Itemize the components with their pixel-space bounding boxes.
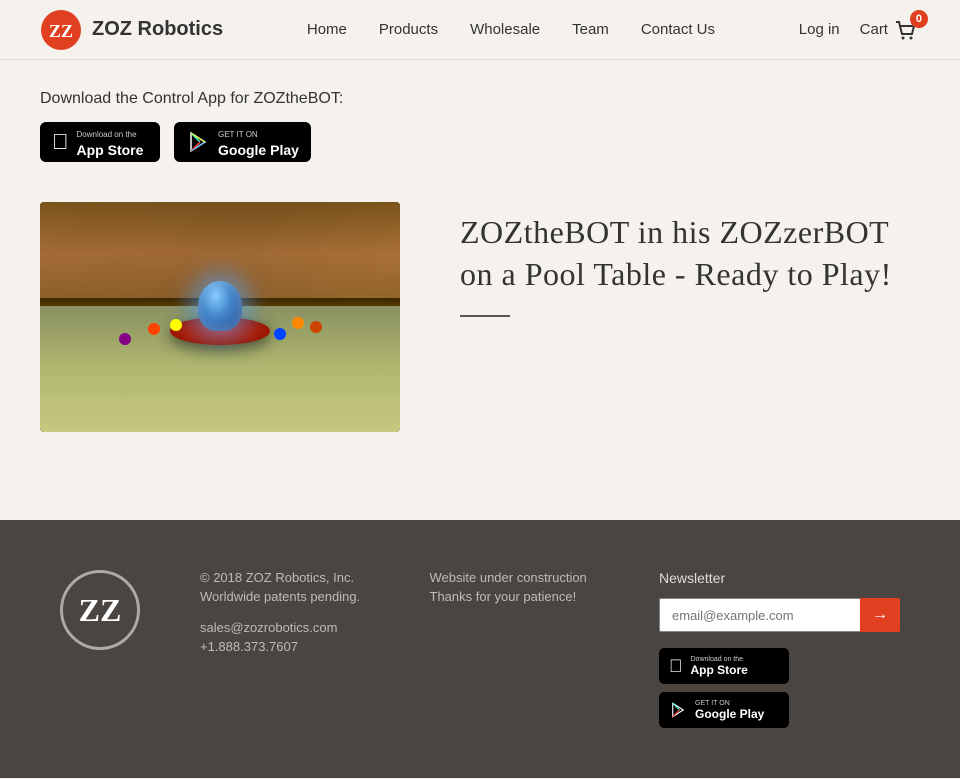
footer-patents: Worldwide patents pending. <box>200 589 370 604</box>
google-play-text: GET IT ON Google Play <box>218 124 299 160</box>
product-title: ZOZtheBOT in his ZOZzerBOT on a Pool Tab… <box>460 212 920 295</box>
main-content: Download the Control App for ZOZtheBOT: … <box>0 60 960 520</box>
footer-logo-text: ZZ <box>79 592 122 629</box>
cart-badge: 0 <box>910 10 928 28</box>
download-section: Download the Control App for ZOZtheBOT: … <box>40 90 920 162</box>
newsletter-title: Newsletter <box>659 570 900 586</box>
logo-icon: ZZ <box>40 9 82 51</box>
download-title: Download the Control App for ZOZtheBOT: <box>40 90 920 108</box>
newsletter-email-input[interactable] <box>659 598 860 632</box>
footer-badges:  Download on the App Store GET IT ON Go… <box>659 648 900 728</box>
footer-google-play-badge[interactable]: GET IT ON Google Play <box>659 692 789 728</box>
header-right: Log in Cart 0 <box>799 16 920 44</box>
login-link[interactable]: Log in <box>799 21 840 38</box>
nav-wholesale[interactable]: Wholesale <box>470 21 540 38</box>
footer-copyright: © 2018 ZOZ Robotics, Inc. <box>200 570 370 585</box>
newsletter-submit-button[interactable]: → <box>860 598 900 632</box>
product-description: ZOZtheBOT in his ZOZzerBOT on a Pool Tab… <box>460 202 920 317</box>
nav-products[interactable]: Products <box>379 21 438 38</box>
logo-link[interactable]: ZZ ZOZ Robotics <box>40 9 223 51</box>
google-play-icon <box>186 130 210 154</box>
product-section: ZOZtheBOT in his ZOZzerBOT on a Pool Tab… <box>40 202 920 432</box>
footer-phone: +1.888.373.7607 <box>200 639 370 654</box>
footer-apple-icon:  <box>669 656 683 677</box>
product-divider <box>460 315 510 317</box>
google-play-badge[interactable]: GET IT ON Google Play <box>174 122 311 162</box>
cart-button[interactable]: Cart 0 <box>860 16 920 44</box>
footer-status: Website under construction Thanks for yo… <box>430 570 600 604</box>
footer-newsletter: Newsletter →  Download on the App Store <box>659 570 900 728</box>
footer-info: © 2018 ZOZ Robotics, Inc. Worldwide pate… <box>200 570 370 654</box>
app-store-text: Download on the App Store <box>77 124 144 160</box>
header: ZZ ZOZ Robotics Home Products Wholesale … <box>0 0 960 60</box>
footer-logo: ZZ <box>60 570 140 650</box>
main-nav: Home Products Wholesale Team Contact Us <box>307 21 715 38</box>
nav-home[interactable]: Home <box>307 21 347 38</box>
footer-google-play-text: GET IT ON Google Play <box>695 700 764 721</box>
footer: ZZ © 2018 ZOZ Robotics, Inc. Worldwide p… <box>0 520 960 778</box>
cart-label: Cart <box>860 21 888 38</box>
svg-text:ZZ: ZZ <box>49 21 73 41</box>
app-store-badge[interactable]:  Download on the App Store <box>40 122 160 162</box>
product-image <box>40 202 400 432</box>
nav-team[interactable]: Team <box>572 21 609 38</box>
footer-status-line1: Website under construction <box>430 570 600 585</box>
apple-icon:  <box>52 129 69 155</box>
footer-google-play-icon <box>669 701 687 719</box>
footer-email: sales@zozrobotics.com <box>200 620 370 635</box>
app-badges:  Download on the App Store GET IT ON Go… <box>40 122 920 162</box>
logo-text: ZOZ Robotics <box>92 18 223 41</box>
newsletter-form: → <box>659 598 900 632</box>
footer-status-line2: Thanks for your patience! <box>430 589 600 604</box>
footer-app-store-badge[interactable]:  Download on the App Store <box>659 648 789 684</box>
footer-app-store-text: Download on the App Store <box>691 656 748 677</box>
nav-contact[interactable]: Contact Us <box>641 21 715 38</box>
